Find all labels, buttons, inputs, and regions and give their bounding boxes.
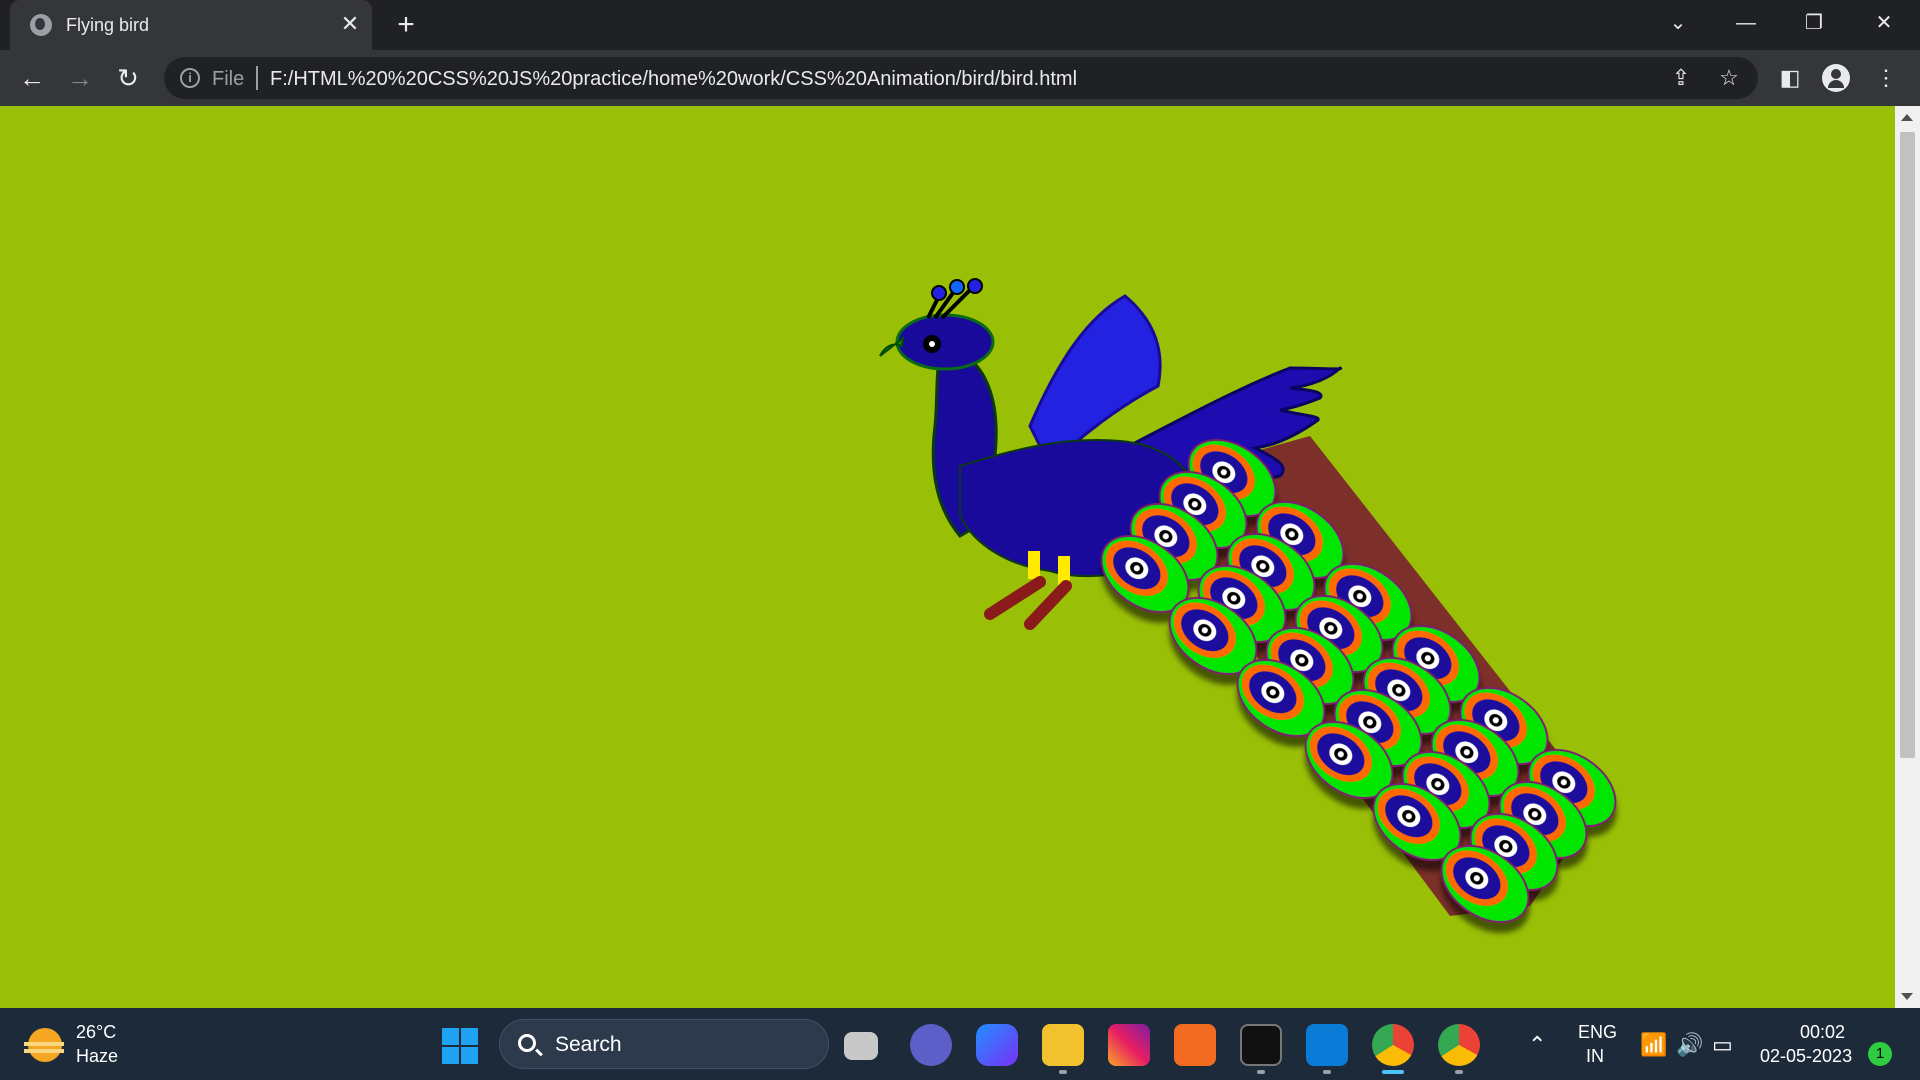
file-label: File [212, 68, 245, 90]
xampp-icon[interactable] [1174, 1024, 1216, 1066]
notification-badge[interactable]: 1 [1868, 1042, 1892, 1066]
terminal-icon[interactable] [1240, 1024, 1282, 1066]
perch [984, 576, 1046, 620]
scroll-up-icon[interactable] [1901, 114, 1913, 121]
vscode-icon[interactable] [1306, 1024, 1348, 1066]
browser-toolbar: ← → ↻ i File F:/HTML%20%20CSS%20JS%20pra… [0, 50, 1920, 106]
minimize-icon[interactable]: — [1724, 6, 1768, 40]
volume-icon[interactable]: 🔊 [1676, 1032, 1703, 1058]
side-panel-icon[interactable]: ◧ [1772, 60, 1808, 96]
page-viewport [0, 106, 1895, 1008]
file-explorer-icon[interactable] [1042, 1024, 1084, 1066]
instagram-icon[interactable] [1108, 1024, 1150, 1066]
scroll-down-icon[interactable] [1901, 993, 1913, 1000]
scroll-thumb[interactable] [1900, 132, 1915, 758]
eye-highlight [929, 341, 935, 347]
clock-time[interactable]: 00:02 [1800, 1022, 1845, 1043]
new-tab-button[interactable]: + [390, 9, 422, 41]
search-text: Search [555, 1033, 622, 1056]
address-bar[interactable]: i File F:/HTML%20%20CSS%20JS%20practice/… [164, 57, 1758, 99]
divider [256, 66, 258, 90]
chevron-up-icon[interactable]: ⌃ [1528, 1032, 1546, 1058]
vertical-scrollbar[interactable] [1895, 106, 1920, 1008]
wifi-icon[interactable]: 📶 [1640, 1032, 1667, 1058]
close-window-icon[interactable]: ✕ [1862, 6, 1906, 40]
leg [1028, 551, 1040, 579]
forward-icon[interactable]: → [62, 60, 98, 96]
chrome-icon[interactable] [1438, 1024, 1480, 1066]
chrome-icon[interactable] [1372, 1024, 1414, 1066]
running-indicator [1323, 1070, 1331, 1074]
title-bar: Flying bird ✕ + ⌄ — ❐ ✕ [0, 0, 1920, 50]
url-text[interactable]: F:/HTML%20%20CSS%20JS%20practice/home%20… [270, 68, 1077, 91]
running-indicator [1059, 1070, 1067, 1074]
clock-date[interactable]: 02-05-2023 [1760, 1046, 1852, 1067]
crest-ball [967, 278, 983, 294]
weather-icon[interactable] [24, 1028, 64, 1062]
star-icon[interactable]: ☆ [1716, 65, 1742, 91]
tab-search-icon[interactable]: ⌄ [1656, 6, 1700, 40]
language-bottom[interactable]: IN [1586, 1046, 1604, 1067]
taskbar-search[interactable]: Search [499, 1019, 829, 1069]
menu-icon[interactable]: ⋮ [1868, 60, 1904, 96]
peacock-illustration [879, 278, 1617, 924]
running-indicator [1455, 1070, 1463, 1074]
language-top[interactable]: ENG [1578, 1022, 1617, 1043]
crest-ball [931, 285, 947, 301]
reload-icon[interactable]: ↻ [110, 60, 146, 96]
restore-icon[interactable]: ❐ [1792, 6, 1836, 40]
battery-icon[interactable]: ▭ [1712, 1032, 1733, 1058]
back-icon[interactable]: ← [14, 60, 50, 96]
teams-icon[interactable] [910, 1024, 952, 1066]
windows-start-icon[interactable] [442, 1028, 478, 1064]
copilot-icon[interactable] [976, 1024, 1018, 1066]
weather-temp[interactable]: 26°C [76, 1022, 116, 1043]
weather-desc[interactable]: Haze [76, 1046, 118, 1067]
tab-close-icon[interactable]: ✕ [336, 10, 364, 38]
profile-icon[interactable] [1822, 64, 1850, 92]
head [895, 313, 995, 371]
globe-icon [30, 14, 52, 36]
info-icon[interactable]: i [180, 68, 200, 88]
crest-ball [949, 279, 965, 295]
search-icon [518, 1034, 536, 1052]
browser-tab[interactable]: Flying bird ✕ [10, 0, 372, 50]
task-view-icon[interactable] [844, 1032, 878, 1060]
share-icon[interactable]: ⇪ [1668, 65, 1694, 91]
tab-title: Flying bird [66, 15, 150, 35]
active-indicator [1382, 1070, 1404, 1074]
running-indicator [1257, 1070, 1265, 1074]
taskbar: 26°C Haze Search ⌃ ENG IN 📶 🔊 ▭ 00:02 02… [0, 1008, 1920, 1080]
